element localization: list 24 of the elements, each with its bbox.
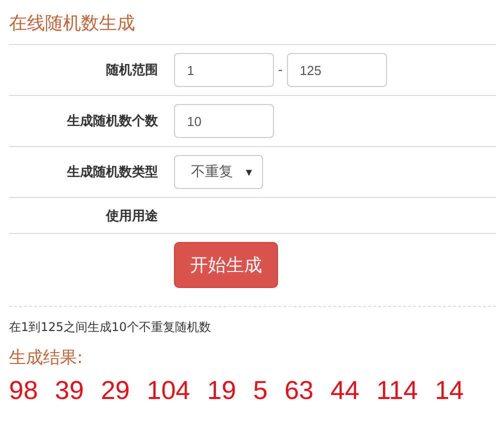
range-start-field[interactable]: 1 (174, 53, 274, 87)
result-heading: 生成结果: (9, 347, 84, 369)
range-end-field[interactable]: 125 (286, 53, 387, 87)
result-summary: 在1到125之间生成10个不重复随机数 (9, 319, 211, 336)
field-label: 生成随机数个数 (66, 113, 158, 130)
field-label: 生成随机数类型 (66, 164, 158, 181)
type-select[interactable]: 不重复 ▼ (174, 155, 263, 189)
random-number: 39 (54, 375, 84, 406)
field-label: 使用用途 (104, 208, 158, 224)
random-number: 114 (376, 375, 418, 406)
random-number: 5 (253, 375, 268, 406)
generate-button[interactable]: 开始生成 (174, 242, 278, 288)
field-label: 随机范围 (105, 62, 158, 79)
caret-icon: ▼ (246, 168, 252, 176)
random-number: 104 (146, 375, 190, 406)
range-separator: - (278, 62, 283, 78)
random-number: 63 (284, 375, 314, 406)
random-number: 29 (100, 375, 130, 406)
page-title: 在线随机数生成 (9, 12, 136, 36)
count-field[interactable]: 10 (174, 104, 274, 138)
random-number: 19 (207, 375, 236, 406)
random-number: 14 (434, 375, 464, 406)
random-number: 98 (9, 375, 38, 406)
random-number: 44 (330, 375, 360, 406)
